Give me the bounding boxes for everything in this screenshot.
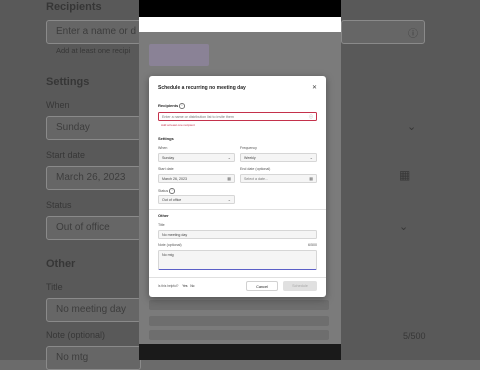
- bg-other-label: Other: [46, 258, 76, 270]
- divider: [149, 209, 326, 210]
- chevron-down-icon: ⌄: [227, 197, 231, 202]
- bg-start-date-field: March 26, 2023: [46, 166, 141, 190]
- chevron-down-icon: ⌄: [227, 155, 231, 160]
- left-background-panel: Recipients Enter a name or d Add at leas…: [0, 0, 141, 370]
- note-counter: 6/500: [308, 243, 317, 247]
- status-label: Status i: [158, 188, 175, 194]
- status-value: Out of office: [162, 198, 182, 202]
- title-label: Title: [158, 223, 165, 227]
- bg-row: [149, 300, 329, 310]
- bg-recipients-hint: Add at least one recipi: [56, 46, 131, 55]
- chevron-down-icon: ⌄: [309, 155, 313, 160]
- when-label: When: [158, 146, 168, 150]
- settings-heading: Settings: [158, 136, 174, 141]
- schedule-dialog: Schedule a recurring no meeting day ✕ Re…: [149, 76, 326, 297]
- bg-note-value: No mtg: [56, 352, 89, 363]
- dialog-title: Schedule a recurring no meeting day: [158, 85, 246, 91]
- bg-when-field: Sunday: [46, 116, 141, 140]
- title-value: No meeting day: [162, 233, 188, 237]
- recipients-label-text: Recipients: [158, 103, 179, 108]
- end-date-placeholder: Select a date...: [244, 177, 268, 181]
- note-value: No mtg: [162, 253, 174, 257]
- recipients-placeholder: Enter a name or distribution list to inv…: [162, 115, 234, 119]
- calendar-icon[interactable]: ▦: [309, 175, 313, 182]
- title-input[interactable]: No meeting day: [158, 230, 317, 239]
- bg-note-counter: 5/500: [403, 331, 426, 341]
- bg-start-date-label: Start date: [46, 150, 86, 160]
- status-select[interactable]: Out of office ⌄: [158, 195, 235, 204]
- note-textarea[interactable]: No mtg: [158, 250, 317, 270]
- recipients-error: Add at least one recipient: [161, 123, 195, 127]
- bg-settings-label: Settings: [46, 76, 90, 88]
- bg-status-label: Status: [46, 200, 72, 210]
- bg-when-value: Sunday: [56, 122, 90, 133]
- when-value: Sunday: [162, 156, 175, 160]
- end-date-picker[interactable]: Select a date... ▦: [240, 174, 317, 183]
- frequency-select[interactable]: Weekly ⌄: [240, 153, 317, 162]
- bg-note-field: No mtg: [46, 346, 141, 370]
- bg-title-value: No meeting day: [56, 304, 127, 315]
- schedule-button[interactable]: Schedule: [283, 281, 317, 291]
- chevron-down-icon: ⌄: [407, 121, 417, 133]
- calendar-icon: ▦: [399, 168, 411, 182]
- black-bar-bottom: [139, 344, 341, 360]
- bg-start-date-value: March 26, 2023: [56, 172, 126, 183]
- bg-title-label: Title: [46, 282, 63, 292]
- info-icon[interactable]: i: [169, 188, 175, 194]
- other-heading: Other: [158, 213, 169, 218]
- start-date-picker[interactable]: March 26, 2023 ▦: [158, 174, 235, 183]
- bg-recipients-label: Recipients: [46, 1, 102, 13]
- divider: [149, 277, 326, 278]
- status-label-text: Status: [158, 188, 169, 193]
- bg-row: [149, 316, 329, 326]
- info-icon[interactable]: ⓘ: [309, 113, 313, 120]
- helpful-question: Is this helpful?: [158, 284, 179, 288]
- chevron-down-icon: ⌄: [399, 221, 409, 233]
- recipients-label: Recipients i: [158, 103, 185, 109]
- right-background-panel: ⓘ ⌄ ▦ ⌄ 5/500: [341, 0, 480, 360]
- cancel-button[interactable]: Cancel: [246, 281, 278, 291]
- recipients-input[interactable]: Enter a name or distribution list to inv…: [158, 112, 317, 121]
- white-strip: [139, 17, 341, 32]
- helpful-no-link[interactable]: No: [190, 284, 194, 288]
- note-label: Note (optional): [158, 243, 182, 247]
- bg-note-label: Note (optional): [46, 330, 106, 340]
- frequency-label: Frequency: [240, 146, 257, 150]
- info-icon[interactable]: i: [179, 103, 185, 109]
- when-select[interactable]: Sunday ⌄: [158, 153, 235, 162]
- bg-status-value: Out of office: [56, 222, 110, 233]
- close-icon[interactable]: ✕: [312, 84, 317, 91]
- calendar-icon[interactable]: ▦: [227, 175, 231, 182]
- bg-when-label: When: [46, 100, 70, 110]
- info-icon: ⓘ: [408, 29, 418, 40]
- bg-recipients-placeholder: Enter a name or d: [56, 26, 137, 37]
- bg-row: [149, 330, 329, 340]
- bg-status-field: Out of office: [46, 216, 141, 240]
- start-date-label: Start date: [158, 167, 174, 171]
- helpful-yes-link[interactable]: Yes: [182, 284, 187, 288]
- helpful-row: Is this helpful? Yes No: [158, 284, 194, 288]
- bg-title-field: No meeting day: [46, 298, 141, 322]
- bg-thumbnail: [149, 44, 209, 66]
- bg-recipients-input-right: ⓘ: [341, 20, 425, 44]
- bg-recipients-input: Enter a name or d: [46, 20, 141, 44]
- black-bar-top: [139, 0, 341, 17]
- end-date-label: End date (optional): [240, 167, 271, 171]
- start-date-value: March 26, 2023: [162, 177, 187, 181]
- frequency-value: Weekly: [244, 156, 256, 160]
